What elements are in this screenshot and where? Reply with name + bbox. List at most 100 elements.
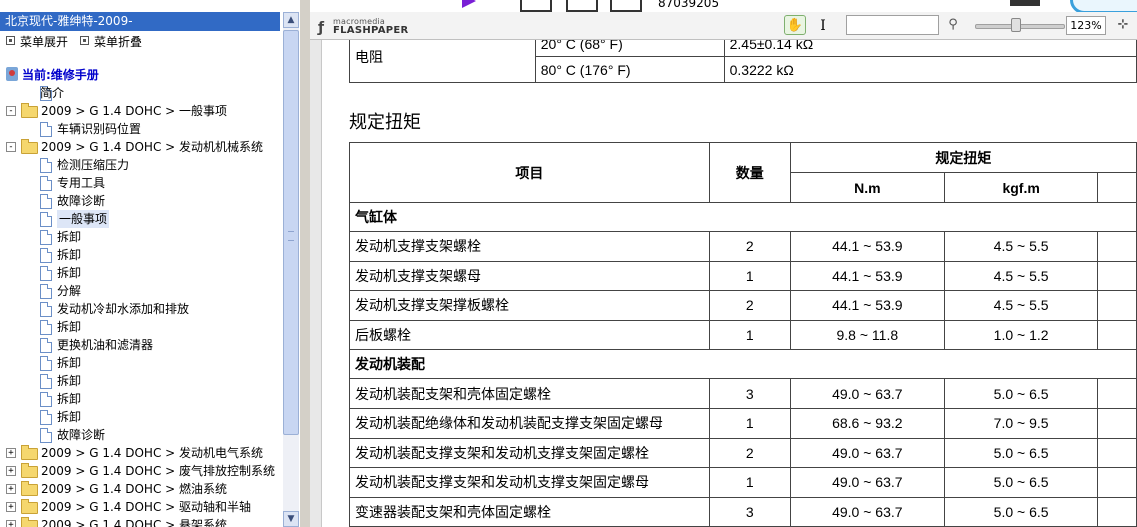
document-icon	[40, 338, 52, 353]
expand-node-icon[interactable]: +	[6, 466, 16, 476]
kgfm-cell: 5.0 ~ 6.5	[943, 467, 1099, 498]
tree-item-label: 拆卸	[57, 356, 82, 370]
folder-icon	[21, 103, 38, 118]
tree-leaf[interactable]: 故障诊断	[0, 192, 282, 210]
text-cursor-icon[interactable]: I	[814, 16, 832, 36]
tree-node[interactable]: - 2009 > G 1.4 DOHC > 一般事项	[0, 102, 282, 120]
tree-leaf[interactable]: 一般事项	[0, 210, 282, 228]
window-icon[interactable]	[566, 0, 598, 12]
tree-leaf[interactable]: 更换机油和滤清器	[0, 336, 282, 354]
tree-scrollbar[interactable]: ▲ ▼	[283, 12, 299, 527]
document-icon	[40, 266, 52, 281]
tree-node[interactable]: +2009 > G 1.4 DOHC > 废气排放控制系统	[0, 462, 282, 480]
qty-cell: 1	[708, 467, 791, 498]
tree-node[interactable]: +2009 > G 1.4 DOHC > 燃油系统	[0, 480, 282, 498]
tree-node[interactable]: +2009 > G 1.4 DOHC > 发动机电气系统	[0, 444, 282, 462]
tree-item-label: 拆卸	[57, 374, 82, 388]
find-input[interactable]	[846, 15, 939, 35]
window-icon[interactable]	[610, 0, 642, 12]
expand-node-icon[interactable]: +	[6, 484, 16, 494]
nm-cell: 49.0 ~ 63.7	[789, 378, 945, 409]
collapse-node-icon[interactable]: -	[6, 142, 16, 152]
tree-item-label: 2009 > G 1.4 DOHC > 燃油系统	[41, 482, 228, 496]
hand-icon[interactable]: ✋	[784, 15, 806, 35]
kgfm-cell: 5.0 ~ 6.5	[943, 437, 1099, 469]
document-icon	[40, 320, 52, 335]
zoom-level[interactable]: 123%	[1066, 16, 1106, 35]
tree-leaf[interactable]: 车辆识别码位置	[0, 120, 282, 138]
document-icon	[40, 284, 52, 299]
tree-leaf[interactable]: 简介	[0, 84, 282, 102]
tree-item-label: 拆卸	[57, 410, 82, 424]
scroll-down-icon[interactable]: ▼	[283, 511, 299, 527]
window-icon[interactable]	[520, 0, 552, 12]
fit-page-icon[interactable]: ⊹	[1114, 16, 1132, 34]
tree-leaf[interactable]: 检测压缩压力	[0, 156, 282, 174]
tree-item-label: 专用工具	[57, 176, 106, 190]
group-heading: 发动机装配	[349, 349, 1137, 380]
zoom-slider-thumb[interactable]	[1011, 18, 1021, 32]
tree-leaf[interactable]: 拆卸	[0, 408, 282, 426]
item-cell: 发动机支撑支架螺栓	[349, 231, 710, 262]
tree-leaf[interactable]: 拆卸	[0, 354, 282, 372]
scroll-thumb[interactable]	[283, 30, 299, 435]
document-icon	[40, 392, 52, 407]
pane-splitter[interactable]	[300, 0, 310, 527]
tree-leaf[interactable]: 专用工具	[0, 174, 282, 192]
folder-icon	[21, 499, 38, 514]
item-cell: 发动机装配支撑支架和发动机支撑支架固定螺栓	[349, 437, 710, 469]
document-icon	[40, 374, 52, 389]
tree-node[interactable]: 当前:维修手册	[0, 66, 282, 84]
tree-leaf[interactable]: 发动机冷却水添加和排放	[0, 300, 282, 318]
kgfm-cell: 7.0 ~ 9.5	[943, 407, 1099, 439]
tree-leaf[interactable]: 拆卸	[0, 264, 282, 282]
expand-all-button[interactable]: 菜单展开	[6, 32, 68, 52]
extra-cell	[1097, 231, 1137, 262]
nm-cell: 49.0 ~ 63.7	[789, 496, 945, 527]
resistance-table: 电阻 20° C (68° F) 2.45±0.14 kΩ 80° C (176…	[349, 40, 1137, 83]
collapse-node-icon[interactable]: -	[6, 106, 16, 116]
tree-node[interactable]: +2009 > G 1.4 DOHC > 悬架系统	[0, 516, 282, 527]
tree-leaf[interactable]: 故障诊断	[0, 426, 282, 444]
qty-cell: 3	[708, 496, 791, 527]
kgfm-cell: 4.5 ~ 5.5	[943, 290, 1099, 321]
grip-icon	[288, 231, 294, 241]
viewer-gutter	[310, 40, 322, 527]
tree-leaf[interactable]: 拆卸	[0, 318, 282, 336]
magnifier-icon[interactable]: ⚲	[944, 16, 962, 34]
nm-cell: 49.0 ~ 63.7	[789, 437, 945, 469]
pane-top-strip	[0, 0, 280, 12]
tree-leaf[interactable]: 拆卸	[0, 372, 282, 390]
tree-leaf[interactable]: 拆卸	[0, 246, 282, 264]
expand-node-icon[interactable]: +	[6, 520, 16, 527]
document-viewer: 87039205 ƒ macromedia FLASHPAPER ✋ I ⚲ 1…	[310, 0, 1137, 527]
section-title: 规定扭矩	[349, 112, 421, 133]
document-icon	[40, 158, 52, 173]
tree-leaf[interactable]: 拆卸	[0, 228, 282, 246]
scroll-up-icon[interactable]: ▲	[283, 12, 299, 28]
extra-cell	[1097, 467, 1137, 498]
tree-leaf[interactable]: 拆卸	[0, 390, 282, 408]
document-icon	[40, 212, 52, 227]
expand-node-icon[interactable]: +	[6, 502, 16, 512]
tree-node[interactable]: - 2009 > G 1.4 DOHC > 发动机机械系统	[0, 138, 282, 156]
kgfm-cell: 4.5 ~ 5.5	[943, 231, 1099, 262]
collapse-all-button[interactable]: 菜单折叠	[80, 32, 142, 52]
tree-node[interactable]: +2009 > G 1.4 DOHC > 驱动轴和半轴	[0, 498, 282, 516]
document-icon	[40, 194, 52, 209]
tree-leaf[interactable]: 分解	[0, 282, 282, 300]
kgfm-cell: 1.0 ~ 1.2	[943, 319, 1099, 351]
nm-cell: 68.6 ~ 93.2	[789, 407, 945, 439]
collapse-all-label: 菜单折叠	[94, 35, 143, 49]
resistance-label: 电阻	[349, 40, 536, 83]
qty-cell: 1	[708, 319, 791, 351]
manual-title: 北京现代-雅绅特-2009-	[0, 12, 280, 31]
extra-cell	[1097, 260, 1137, 292]
menu-controls: 菜单展开 菜单折叠	[0, 32, 280, 52]
extra-cell	[1097, 378, 1137, 409]
folder-icon	[21, 445, 38, 460]
qty-cell: 2	[708, 437, 791, 469]
phone-number: 87039205	[658, 0, 720, 10]
tree-item-label: 2009 > G 1.4 DOHC > 悬架系统	[41, 518, 228, 527]
expand-node-icon[interactable]: +	[6, 448, 16, 458]
